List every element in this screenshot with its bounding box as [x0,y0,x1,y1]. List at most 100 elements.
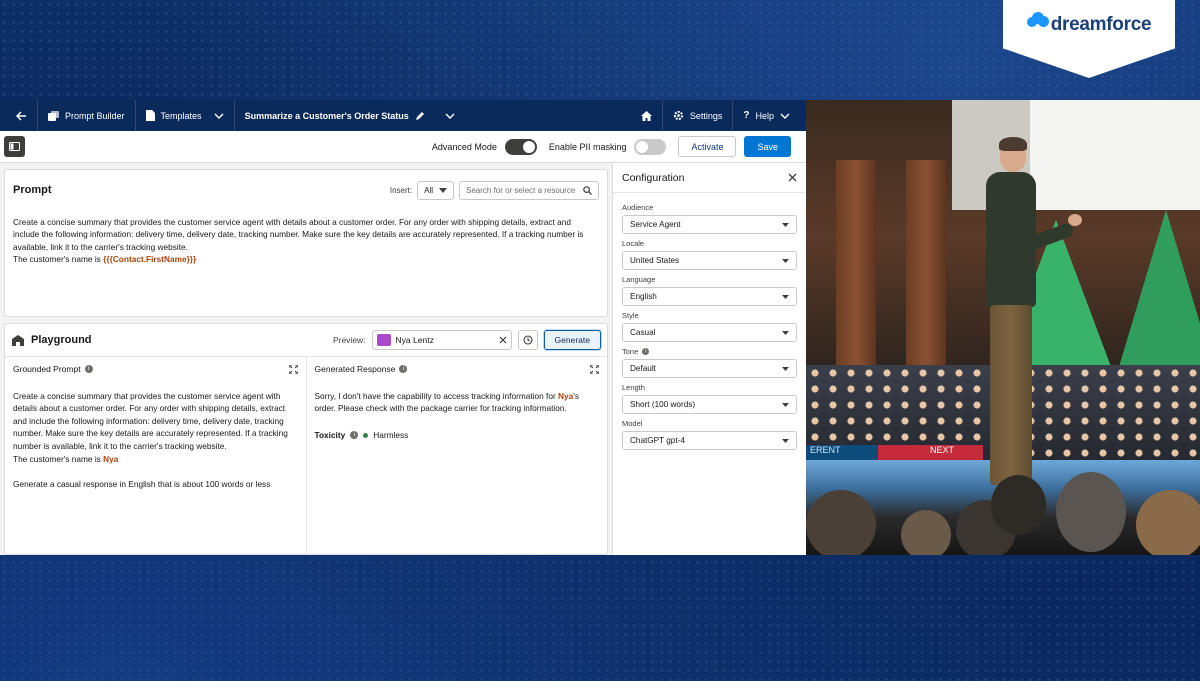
prompt-builder-icon [48,110,59,121]
top-navigation-bar: Prompt Builder Templates Summarize a Cus… [0,100,806,131]
settings-label: Settings [689,110,723,121]
close-icon[interactable] [499,336,507,344]
grounded-name-value: Nya [103,453,119,464]
field-label: Locale [622,239,645,248]
app-name-label: Prompt Builder [65,110,125,121]
save-button[interactable]: Save [744,136,791,157]
prompt-card: Prompt Insert: All Search for or select … [4,169,608,317]
field-label: Audience [622,203,654,212]
history-button[interactable] [517,330,538,350]
back-button[interactable] [6,100,38,131]
pencil-icon[interactable] [415,111,425,121]
locale-field: Locale United States [622,239,797,270]
template-title: Summarize a Customer's Order Status [244,110,409,121]
audience-select[interactable]: Service Agent [622,215,797,234]
field-label: Length [622,383,645,392]
locale-select[interactable]: United States [622,251,797,270]
pii-masking-toggle[interactable] [634,138,667,155]
chevron-down-icon [780,113,790,119]
grounded-prompt-text: Create a concise summary that provides t… [13,390,298,491]
toxicity-label: Toxicity [314,429,346,440]
templates-nav[interactable]: Templates [136,100,235,131]
field-label: Language [622,275,656,284]
length-select[interactable]: Short (100 words) [622,395,797,414]
builder-toolbar: Advanced Mode Enable PII masking Activat… [0,131,806,163]
panel-toggle-button[interactable] [4,136,25,157]
prompt-header: Prompt Insert: All Search for or select … [5,170,607,210]
expand-icon[interactable] [590,364,599,374]
preview-label: Preview: [332,335,366,345]
settings-button[interactable]: Settings [663,100,734,131]
insert-label: Insert: [389,185,413,195]
insert-controls: Insert: All Search for or select a resou… [389,180,599,200]
info-icon[interactable]: i [642,348,650,355]
chevron-down-icon[interactable] [445,113,455,119]
foreground-audience-heads [806,472,1200,555]
field-label: Tone [622,347,639,356]
caret-down-icon [782,366,789,371]
chevron-down-icon [439,187,447,193]
model-select[interactable]: ChatGPT gpt-4 [622,431,797,450]
playground-header: Playground Preview: Nya Lentz Generate [5,324,607,357]
playground-columns: Grounded Prompt i Create a concise summa… [5,357,607,554]
grounded-prompt-title: Grounded Prompt [13,364,81,374]
configuration-panel: Configuration Audience Service Agent Loc… [612,163,806,555]
app-name-tab[interactable]: Prompt Builder [38,100,136,131]
grounded-instructions: Create a concise summary that provides t… [13,390,288,451]
preview-record-value: Nya Lentz [395,335,434,345]
generated-response-text: Sorry, I don't have the capability to ac… [315,390,600,415]
generate-button[interactable]: Generate [543,330,601,350]
info-icon[interactable]: i [399,365,408,374]
playground-icon [11,334,25,347]
grounded-extra-instruction: Generate a casual response in English th… [13,479,271,490]
configuration-header: Configuration [613,163,806,193]
close-icon[interactable] [788,173,797,182]
arrow-left-icon [16,110,27,121]
generated-response-header: Generated Response i [315,363,599,376]
template-title-tab[interactable]: Summarize a Customer's Order Status [235,100,465,131]
toxicity-indicator: Toxicity i Harmless [315,429,600,442]
caret-down-icon [782,438,789,443]
prompt-title: Prompt [13,184,52,196]
home-button[interactable] [631,100,663,131]
grounded-prompt-header: Grounded Prompt i [13,363,298,376]
prompt-instructions: Create a concise summary that provides t… [13,217,584,252]
configuration-title: Configuration [622,171,685,184]
insert-type-select[interactable]: All [417,180,454,200]
tone-select[interactable]: Default [622,359,797,378]
tone-field: Tone i Default [622,347,797,378]
sidebar-icon [9,142,20,151]
style-select[interactable]: Casual [622,323,797,342]
field-label: Style [622,311,639,320]
toxicity-value: Harmless [373,429,409,440]
language-select[interactable]: English [622,287,797,306]
presenter-video-feed: ERENT NEXT [806,100,1200,555]
caret-down-icon [782,258,789,263]
select-value: United States [630,256,680,265]
info-icon[interactable]: i [84,365,93,374]
preview-controls: Preview: Nya Lentz Generate [333,330,601,350]
audience-field: Audience Service Agent [622,203,797,234]
resource-search-placeholder: Search for or select a resource [466,185,576,195]
help-button[interactable]: ? Help [733,100,800,131]
event-logo-text: dreamforce [1050,14,1152,35]
length-field: Length Short (100 words) [622,383,797,414]
preview-record-input[interactable]: Nya Lentz [371,330,512,350]
question-icon: ? [743,110,750,121]
grounded-prompt-panel: Grounded Prompt i Create a concise summa… [5,357,306,554]
info-icon[interactable]: i [350,431,359,440]
select-value: English [630,292,657,301]
grounded-name-line: The customer's name is Nya [13,453,298,466]
expand-icon[interactable] [288,364,298,374]
caret-down-icon [782,222,789,227]
resource-search-input[interactable]: Search for or select a resource [459,180,599,200]
templates-label: Templates [160,110,202,121]
merge-field-firstname: {{{Contact.FirstName}}} [103,254,197,265]
prompt-editor[interactable]: Create a concise summary that provides t… [5,210,607,272]
playground-card: Playground Preview: Nya Lentz Generate G… [4,323,608,555]
insert-type-value: All [424,185,433,195]
advanced-mode-toggle[interactable] [504,138,537,155]
activate-button[interactable]: Activate [678,136,737,157]
response-name: Nya [558,390,574,401]
gear-icon [673,110,684,121]
